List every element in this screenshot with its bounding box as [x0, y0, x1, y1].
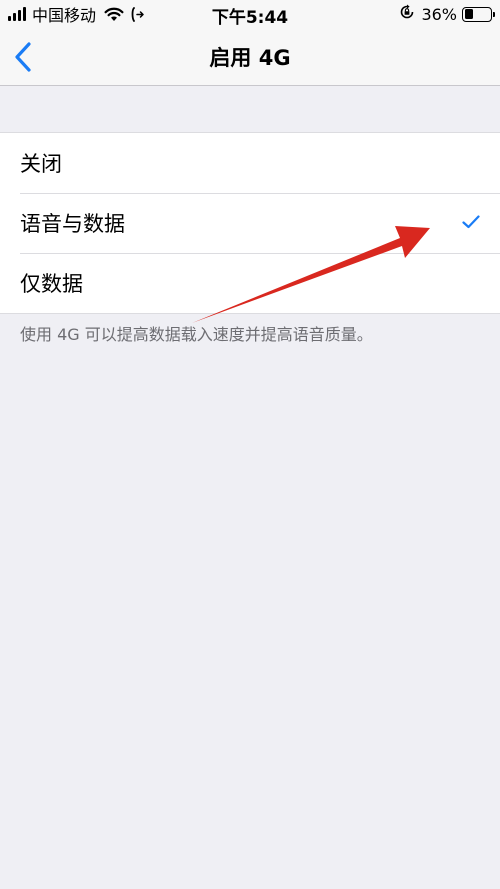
option-label: 仅数据	[20, 272, 83, 296]
battery-icon	[462, 6, 495, 22]
option-data-only[interactable]: 仅数据	[0, 253, 500, 313]
battery-fill	[464, 9, 474, 19]
option-off[interactable]: 关闭	[0, 133, 500, 193]
rotation-lock-icon	[399, 4, 415, 24]
option-voice-and-data[interactable]: 语音与数据	[0, 193, 500, 253]
options-list: 关闭 语音与数据 仅数据	[0, 132, 500, 314]
navigation-bar: 启用 4G	[0, 28, 500, 86]
page-title: 启用 4G	[209, 46, 291, 70]
battery-percent: 36%	[421, 4, 457, 24]
option-label: 关闭	[20, 152, 62, 176]
footer-note: 使用 4G 可以提高数据载入速度并提高语音质量。	[20, 325, 373, 344]
option-label: 语音与数据	[20, 212, 125, 236]
status-bar: 中国移动 下午5:44 36%	[0, 0, 500, 28]
status-right: 36%	[399, 4, 495, 24]
checkmark-icon	[462, 215, 480, 229]
